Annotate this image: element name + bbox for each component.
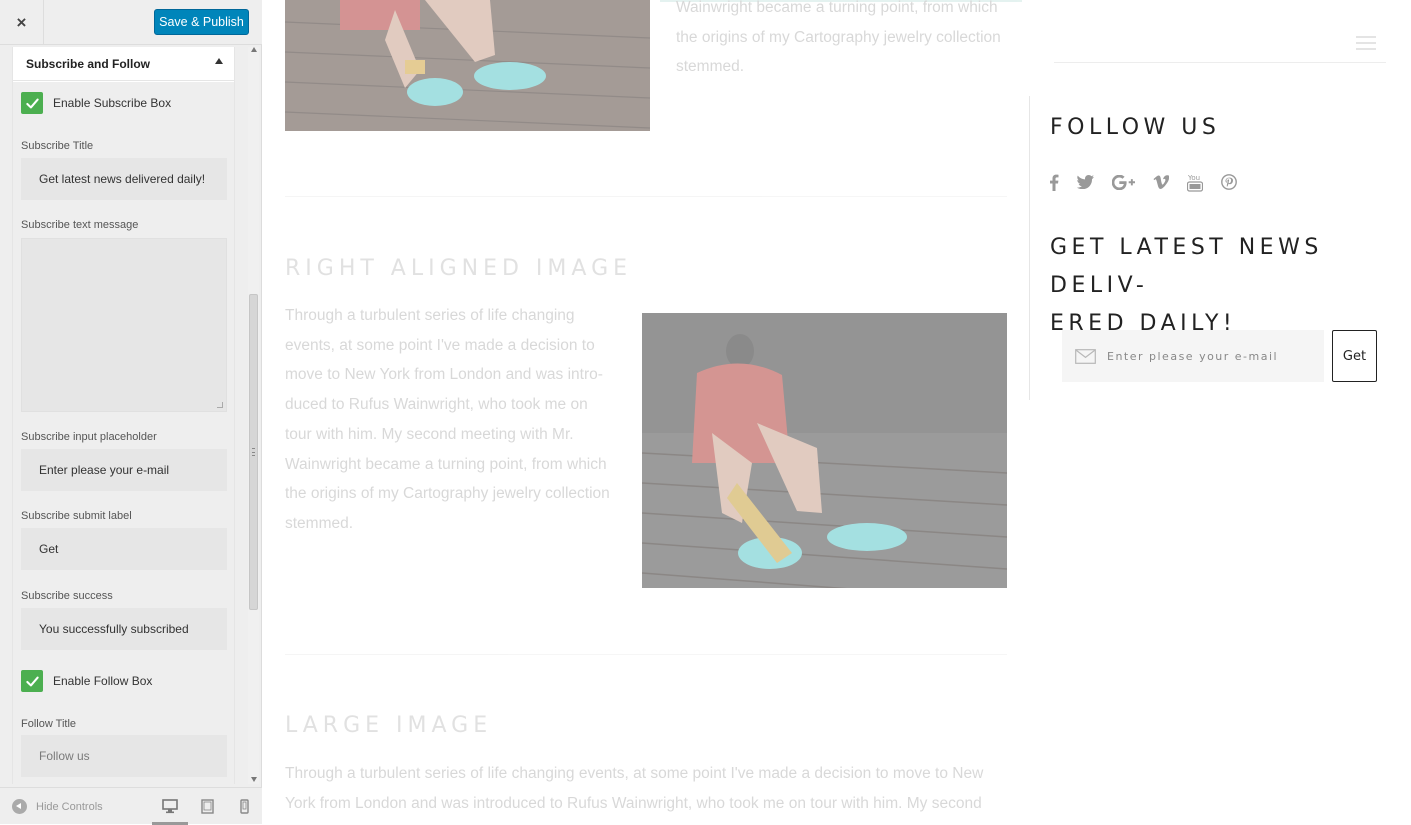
subscribe-success-input[interactable]: You successfully subscribed <box>21 608 227 650</box>
subscribe-placeholder-input[interactable]: Enter please your e-mail <box>21 449 227 491</box>
vimeo-icon[interactable] <box>1153 171 1169 193</box>
enable-subscribe-checkbox-row[interactable]: Enable Subscribe Box <box>21 92 171 114</box>
enable-follow-checkbox[interactable] <box>21 670 43 692</box>
scrollbar-thumb[interactable] <box>249 294 258 610</box>
facebook-icon[interactable] <box>1049 171 1059 193</box>
scroll-up-arrow-icon[interactable] <box>250 47 257 52</box>
subscribe-placeholder-label: Subscribe input placeholder <box>21 431 157 443</box>
scroll-grip-icon <box>252 448 255 456</box>
menu-icon[interactable] <box>1356 36 1376 50</box>
mobile-preview-button[interactable] <box>234 796 254 816</box>
post-content: Wainwright became a turning point, from … <box>262 0 1029 824</box>
pinterest-icon[interactable] <box>1221 171 1237 193</box>
svg-text:You: You <box>1187 174 1200 182</box>
large-image-text: Through a turbulent series of life chang… <box>285 765 984 812</box>
section-divider <box>285 196 1007 197</box>
subscribe-text-textarea[interactable] <box>21 238 227 412</box>
right-aligned-heading: RIGHT ALIGNED IMAGE <box>285 256 633 281</box>
follow-title-input[interactable]: Follow us <box>21 735 227 777</box>
large-image-heading: LARGE IMAGE <box>285 713 493 738</box>
desktop-icon <box>162 798 178 813</box>
top-post-text: Wainwright became a turning point, from … <box>676 0 1001 76</box>
youtube-icon[interactable]: You <box>1187 171 1203 193</box>
enable-follow-checkbox-row[interactable]: Enable Follow Box <box>21 670 152 692</box>
collapse-left-icon <box>12 799 27 814</box>
header-divider <box>1054 62 1386 63</box>
enable-subscribe-label: Enable Subscribe Box <box>53 96 172 110</box>
section-divider <box>285 654 1007 655</box>
customizer-sidebar: × Save & Publish Subscribe and Follow En… <box>0 0 262 825</box>
envelope-icon <box>1075 348 1096 364</box>
email-placeholder: Enter please your e-mail <box>1107 349 1279 363</box>
panel-scrollbar[interactable] <box>248 47 259 784</box>
google-plus-icon[interactable] <box>1112 171 1135 193</box>
customizer-header: × Save & Publish <box>0 0 262 45</box>
customizer-footer: Hide Controls <box>0 787 262 825</box>
resize-grip-icon[interactable] <box>217 402 223 408</box>
section-title: Subscribe and Follow <box>26 57 151 71</box>
enable-follow-label: Enable Follow Box <box>53 674 153 688</box>
right-aligned-text: Through a turbulent series of life chang… <box>285 307 610 532</box>
section-header[interactable]: Subscribe and Follow <box>13 47 234 81</box>
subscribe-title-input[interactable]: Get latest news delivered daily! <box>21 158 227 200</box>
newsletter-title: GET LATEST NEWS DELIV- ERED DAILY! <box>1050 235 1323 336</box>
girl-skateboard-photo-icon <box>642 313 1007 588</box>
subscribe-text-label: Subscribe text message <box>21 219 139 231</box>
subscribe-get-button[interactable]: Get <box>1332 330 1377 382</box>
close-button[interactable]: × <box>0 0 44 45</box>
subscribe-submit-input[interactable]: Get <box>21 528 227 570</box>
widget-border <box>1029 96 1030 400</box>
follow-title-label: Follow Title <box>21 718 77 730</box>
desktop-preview-button[interactable] <box>160 796 180 816</box>
collapse-arrow-icon[interactable] <box>215 58 223 64</box>
tablet-preview-button[interactable] <box>197 796 217 816</box>
scroll-down-arrow-icon[interactable] <box>250 777 257 782</box>
customizer-panel: Subscribe and Follow Enable Subscribe Bo… <box>12 47 235 784</box>
hide-controls-label: Hide Controls <box>36 800 103 813</box>
follow-us-title: FOLLOW US <box>1050 115 1221 140</box>
checkmark-icon <box>25 676 39 686</box>
right-aligned-image <box>642 313 1007 588</box>
subscribe-submit-label: Subscribe submit label <box>21 510 132 522</box>
mobile-icon <box>239 798 249 814</box>
hide-controls-button[interactable]: Hide Controls <box>12 799 103 814</box>
twitter-icon[interactable] <box>1077 171 1094 193</box>
girl-sneakers-photo-icon <box>285 0 650 131</box>
enable-subscribe-checkbox[interactable] <box>21 92 43 114</box>
social-icons-row: You <box>1049 171 1255 193</box>
checkmark-icon <box>25 98 39 108</box>
widget-sidebar: FOLLOW US You GET LATEST NEWS DELIV- ERE… <box>1029 0 1411 824</box>
subscribe-success-label: Subscribe success <box>21 590 113 602</box>
section-body: Enable Subscribe Box Subscribe Title Get… <box>13 82 234 784</box>
site-preview: Wainwright became a turning point, from … <box>262 0 1411 824</box>
subscribe-title-label: Subscribe Title <box>21 140 94 152</box>
tablet-icon <box>200 798 214 814</box>
save-publish-button[interactable]: Save & Publish <box>154 9 249 35</box>
top-post-image <box>285 0 650 131</box>
email-input[interactable]: Enter please your e-mail <box>1062 330 1324 382</box>
